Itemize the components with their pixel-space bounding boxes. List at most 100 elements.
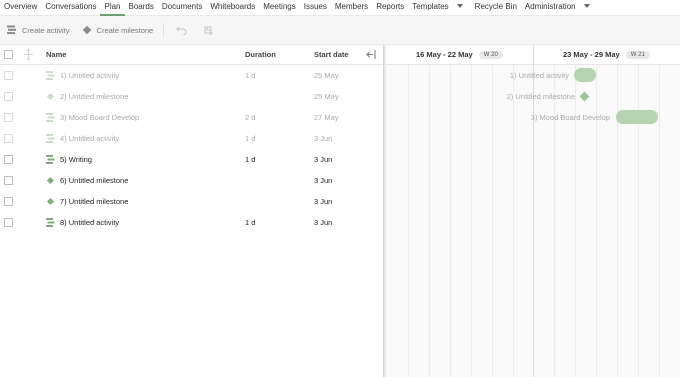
milestone-icon	[82, 25, 91, 35]
top-nav: Overview Conversations Plan Boards Docum…	[0, 0, 680, 16]
activity-icon	[46, 218, 55, 227]
nav-recycle-bin[interactable]: Recycle Bin	[471, 0, 521, 16]
undo-icon	[176, 26, 187, 35]
gantt-timeline: 16 May - 22 May W 20 23 May - 29 May W 2…	[386, 45, 680, 377]
redo-icon	[204, 26, 213, 35]
task-name[interactable]: 1) Untitled activity	[60, 71, 119, 80]
task-start-date[interactable]: 3 Jun	[314, 218, 332, 227]
task-duration[interactable]: 1 d	[245, 71, 255, 80]
nav-issues[interactable]: Issues	[300, 0, 331, 16]
milestone-icon	[46, 197, 55, 206]
day-gridline	[659, 65, 660, 377]
day-gridline	[596, 65, 597, 377]
table-row[interactable]: 2) Untitled milestone 25 May	[0, 86, 383, 107]
column-name[interactable]: Name	[46, 50, 66, 59]
week-header: 16 May - 22 May W 20	[416, 50, 503, 60]
task-name[interactable]: 4) Untitled activity	[60, 134, 119, 143]
table-row[interactable]: 1) Untitled activity 1 d 25 May	[0, 65, 383, 86]
task-name[interactable]: 5) Writing	[60, 155, 92, 164]
nav-members[interactable]: Members	[331, 0, 372, 16]
create-milestone-button[interactable]: Create milestone	[76, 20, 160, 40]
task-duration[interactable]: 1 d	[245, 218, 255, 227]
row-checkbox[interactable]	[4, 113, 13, 122]
week-badge: W 20	[478, 51, 503, 60]
task-name[interactable]: 2) Untitled milestone	[60, 92, 128, 101]
week-range: 16 May - 22 May	[416, 50, 473, 59]
activity-icon	[46, 113, 55, 122]
grid-header: Name Duration Start date	[0, 45, 383, 65]
nav-whiteboards[interactable]: Whiteboards	[206, 0, 259, 16]
table-row[interactable]: 8) Untitled activity 1 d 3 Jun	[0, 212, 383, 233]
nav-administration-label: Administration	[524, 1, 576, 11]
nav-meetings[interactable]: Meetings	[259, 0, 299, 16]
nav-documents[interactable]: Documents	[158, 0, 206, 16]
day-gridline	[513, 65, 514, 377]
day-gridline	[408, 65, 409, 377]
task-duration[interactable]: 2 d	[245, 113, 255, 122]
gantt-bar[interactable]	[574, 68, 596, 82]
task-start-date[interactable]: 3 Jun	[314, 197, 332, 206]
gantt-task-label: 2) Untitled milestone	[506, 92, 575, 101]
collapse-grid-icon[interactable]	[366, 50, 376, 61]
task-start-date[interactable]: 3 Jun	[314, 155, 332, 164]
row-checkbox[interactable]	[4, 71, 13, 80]
row-checkbox[interactable]	[4, 155, 13, 164]
task-start-date[interactable]: 3 Jun	[314, 176, 332, 185]
row-checkbox[interactable]	[4, 176, 13, 185]
nav-administration[interactable]: Administration	[521, 0, 598, 16]
toolbar: Create activity Create milestone	[0, 16, 680, 45]
row-checkbox[interactable]	[4, 134, 13, 143]
week-header: 23 May - 29 May W 21	[563, 50, 650, 60]
day-gridline	[554, 65, 555, 377]
gantt-task-label: 3) Mood Board Develop	[530, 113, 610, 122]
task-name[interactable]: 3) Mood Board Develop	[60, 113, 139, 122]
table-row[interactable]: 5) Writing 1 d 3 Jun	[0, 149, 383, 170]
select-all-checkbox[interactable]	[4, 50, 13, 59]
task-duration[interactable]: 1 d	[245, 155, 255, 164]
gantt-bar[interactable]	[616, 110, 658, 124]
table-row[interactable]: 7) Untitled milestone 3 Jun	[0, 191, 383, 212]
timeline-header: 16 May - 22 May W 20 23 May - 29 May W 2…	[386, 45, 680, 65]
nav-templates[interactable]: Templates	[408, 0, 470, 16]
gantt-milestone[interactable]	[579, 91, 590, 102]
day-gridline	[450, 65, 451, 377]
gantt-task-label: 1) Untitled activity	[509, 71, 569, 80]
nav-conversations[interactable]: Conversations	[41, 0, 100, 16]
create-activity-button[interactable]: Create activity	[0, 20, 76, 40]
week-separator	[533, 45, 534, 65]
row-checkbox[interactable]	[4, 197, 13, 206]
activity-icon	[46, 71, 55, 80]
table-row[interactable]: 4) Untitled activity 1 d 3 Jun	[0, 128, 383, 149]
milestone-icon	[46, 176, 55, 185]
task-start-date[interactable]: 3 Jun	[314, 134, 332, 143]
day-gridline	[575, 65, 576, 377]
nav-overview[interactable]: Overview	[0, 0, 41, 16]
task-start-date[interactable]: 25 May	[314, 71, 339, 80]
activity-icon	[46, 134, 55, 143]
task-name[interactable]: 7) Untitled milestone	[60, 197, 128, 206]
table-row[interactable]: 3) Mood Board Develop 2 d 27 May	[0, 107, 383, 128]
redo-button[interactable]	[195, 25, 222, 35]
task-start-date[interactable]: 25 May	[314, 92, 339, 101]
chevron-down-icon	[583, 4, 590, 9]
undo-button[interactable]	[168, 26, 195, 35]
nav-plan[interactable]: Plan	[100, 0, 125, 16]
nav-boards[interactable]: Boards	[125, 0, 158, 16]
task-start-date[interactable]: 27 May	[314, 113, 339, 122]
column-duration[interactable]: Duration	[245, 50, 276, 59]
nav-templates-label: Templates	[412, 1, 449, 11]
toolbar-divider	[163, 23, 165, 37]
task-rows: 1) Untitled activity 1 d 25 May 2) Untit…	[0, 65, 383, 233]
week-range: 23 May - 29 May	[563, 50, 620, 59]
table-row[interactable]: 6) Untitled milestone 3 Jun	[0, 170, 383, 191]
task-duration[interactable]: 1 d	[245, 134, 255, 143]
nav-reports[interactable]: Reports	[372, 0, 408, 16]
task-name[interactable]: 6) Untitled milestone	[60, 176, 128, 185]
chevron-down-icon	[456, 4, 463, 9]
task-name[interactable]: 8) Untitled activity	[60, 218, 119, 227]
row-checkbox[interactable]	[4, 218, 13, 227]
activity-icon	[7, 25, 16, 35]
create-milestone-label: Create milestone	[96, 25, 154, 35]
row-checkbox[interactable]	[4, 92, 13, 101]
column-start-date[interactable]: Start date	[314, 50, 349, 59]
